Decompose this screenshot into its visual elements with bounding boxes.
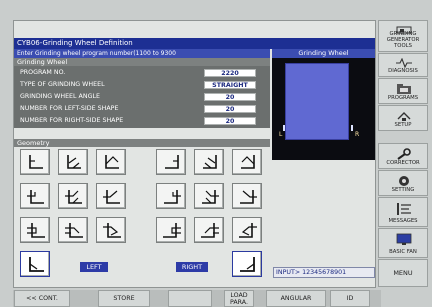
shape-left-2-button[interactable] — [58, 149, 88, 175]
menu-label: PROGRAMS — [387, 95, 419, 101]
shape-left-8-button[interactable] — [58, 217, 88, 243]
shape-right-2-button[interactable] — [194, 149, 224, 175]
softkey-blank[interactable] — [168, 290, 212, 307]
wrench-icon — [397, 148, 411, 160]
folder-icon — [397, 84, 411, 94]
shape-right-6-button[interactable] — [232, 183, 262, 209]
right-edge-marker — [351, 125, 353, 131]
wheel-type-field[interactable]: STRAIGHT — [204, 81, 256, 89]
shape-right-8-button[interactable] — [194, 217, 224, 243]
menu-programs[interactable]: PROGRAMS — [378, 78, 428, 104]
param-label: NUMBER FOR RIGHT-SIDE SHAPE — [20, 117, 124, 124]
menu-label: SETTING — [391, 187, 415, 193]
right-shape-field[interactable]: 20 — [204, 117, 256, 125]
shape-right-3-button[interactable] — [232, 149, 262, 175]
left-edge-marker — [283, 125, 285, 131]
menu-menu[interactable]: MENU — [378, 259, 428, 287]
param-label: PROGRAM NO. — [20, 69, 66, 76]
shape-right-7-button[interactable] — [156, 217, 186, 243]
softkey-id[interactable]: ID — [330, 290, 370, 307]
menu-label: DIAGNOSIS — [388, 68, 418, 74]
left-label: LEFT — [80, 262, 108, 272]
shape-right-4-button[interactable] — [156, 183, 186, 209]
menu-diagnosis[interactable]: DIAGNOSIS — [378, 53, 428, 77]
param-row-right-shape: NUMBER FOR RIGHT-SIDE SHAPE 20 — [14, 116, 270, 126]
shape-left-9-button[interactable] — [96, 217, 126, 243]
softkey-store[interactable]: STORE — [98, 290, 150, 307]
param-row-left-shape: NUMBER FOR LEFT-SIDE SHAPE 20 — [14, 104, 270, 114]
menu-label: MENU — [393, 269, 413, 277]
menu-setup[interactable]: SETUP — [378, 105, 428, 131]
menu-setting[interactable]: SETTING — [378, 170, 428, 196]
input-line[interactable]: INPUT> 12345678901 — [273, 267, 375, 278]
shape-right-1-button[interactable] — [156, 149, 186, 175]
right-marker-label: R — [355, 131, 360, 138]
grinding-wheel-section-header: Grinding Wheel — [14, 58, 270, 66]
param-label: TYPE OF GRINDING WHEEL — [20, 81, 105, 88]
param-row-program-no: PROGRAM NO. 2220 — [14, 68, 270, 78]
shape-right-5-button[interactable] — [194, 183, 224, 209]
menu-label: BASIC FAN — [389, 249, 417, 255]
gear-icon — [399, 176, 409, 186]
shape-left-7-button[interactable] — [20, 217, 50, 243]
wheel-angle-field[interactable]: 20 — [204, 93, 256, 101]
shape-left-1-button[interactable] — [20, 149, 50, 175]
shape-left-5-button[interactable] — [58, 183, 88, 209]
menu-label: MESSAGES — [388, 218, 418, 224]
menu-label: CORRECTOR — [386, 160, 420, 166]
program-no-field[interactable]: 2220 — [204, 69, 256, 77]
shape-right-9-button[interactable] — [232, 217, 262, 243]
window-title: CYB06-Grinding Wheel Definition — [14, 38, 375, 49]
left-shape-field[interactable]: 20 — [204, 105, 256, 113]
param-label: NUMBER FOR LEFT-SIDE SHAPE — [20, 105, 119, 112]
menu-label: GRINDING GENERATOR TOOLS — [386, 31, 420, 49]
param-label: GRINDING WHEEL ANGLE — [20, 93, 100, 100]
grinding-wheel-shape — [285, 63, 349, 140]
shape-left-6-button[interactable] — [96, 183, 126, 209]
preview-title: Grinding Wheel — [272, 49, 375, 58]
softkey-load-para[interactable]: LOAD PARA. — [224, 290, 254, 307]
geometry-section-header: Geometry — [14, 139, 270, 147]
menu-corrector[interactable]: CORRECTOR — [378, 143, 428, 169]
shape-left-3-button[interactable] — [96, 149, 126, 175]
list-icon — [397, 203, 411, 215]
param-row-wheel-angle: GRINDING WHEEL ANGLE 20 — [14, 92, 270, 102]
param-row-wheel-type: TYPE OF GRINDING WHEEL STRAIGHT — [14, 80, 270, 90]
shape-left-4-button[interactable] — [20, 183, 50, 209]
monitor-icon — [396, 233, 412, 245]
menu-grinding-tools[interactable]: GRINDING GENERATOR TOOLS — [378, 20, 428, 52]
parameter-list: PROGRAM NO. 2220 TYPE OF GRINDING WHEEL … — [14, 66, 270, 128]
selected-left-shape-button[interactable] — [20, 251, 50, 277]
menu-basic-fan[interactable]: BASIC FAN — [378, 228, 428, 258]
prompt-bar: Enter Grinding wheel program number(1100… — [14, 49, 270, 58]
softkey-cont[interactable]: << CONT. — [14, 290, 70, 307]
menu-label: SETUP — [394, 122, 412, 128]
softkey-angular[interactable]: ANGULAR — [266, 290, 326, 307]
heartbeat-icon — [396, 58, 412, 68]
right-label: RIGHT — [176, 262, 208, 272]
menu-messages[interactable]: MESSAGES — [378, 197, 428, 227]
setup-icon — [397, 112, 411, 121]
left-marker-label: L — [279, 131, 283, 138]
selected-right-shape-button[interactable] — [232, 251, 262, 277]
